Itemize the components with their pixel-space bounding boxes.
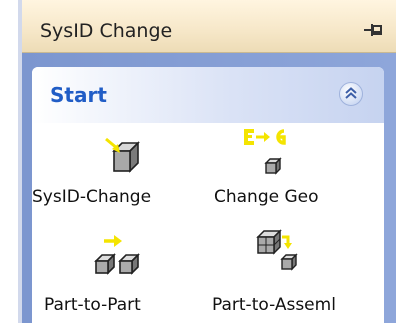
sysid-change-tool[interactable]: SysID-Change xyxy=(32,123,208,219)
part-to-assembly-icon xyxy=(256,229,298,271)
group-title: Start xyxy=(50,83,107,107)
part-to-part-icon xyxy=(94,235,140,275)
left-margin xyxy=(0,0,18,323)
part-to-part-tool[interactable]: Part-to-Part xyxy=(32,223,208,323)
task-pane-title: SysID Change xyxy=(40,20,173,42)
tool-label: SysID-Change xyxy=(32,187,152,207)
task-pane: SysID Change Start SysID-Change Change G… xyxy=(22,0,396,327)
cube-with-arrow-icon xyxy=(105,137,140,173)
start-group-body: SysID-Change Change Geo Part-to-Part Par… xyxy=(32,123,384,327)
change-geo-tool[interactable]: Change Geo xyxy=(212,123,384,219)
start-group: Start SysID-Change Change Geo Part-to-Pa… xyxy=(32,67,384,327)
pin-icon[interactable] xyxy=(362,22,384,38)
tool-label: Part-to-Part xyxy=(44,295,141,315)
chevron-double-up-icon[interactable] xyxy=(338,81,364,107)
tool-label: Part-to-Asseml xyxy=(212,295,336,315)
part-to-assembly-tool[interactable]: Part-to-Asseml xyxy=(212,223,384,323)
geometry-change-icon xyxy=(244,129,286,175)
task-pane-header: SysID Change xyxy=(22,0,396,53)
tool-label: Change Geo xyxy=(214,187,319,207)
start-group-header[interactable]: Start xyxy=(32,67,384,123)
task-area: Start SysID-Change Change Geo Part-to-Pa… xyxy=(22,53,396,327)
